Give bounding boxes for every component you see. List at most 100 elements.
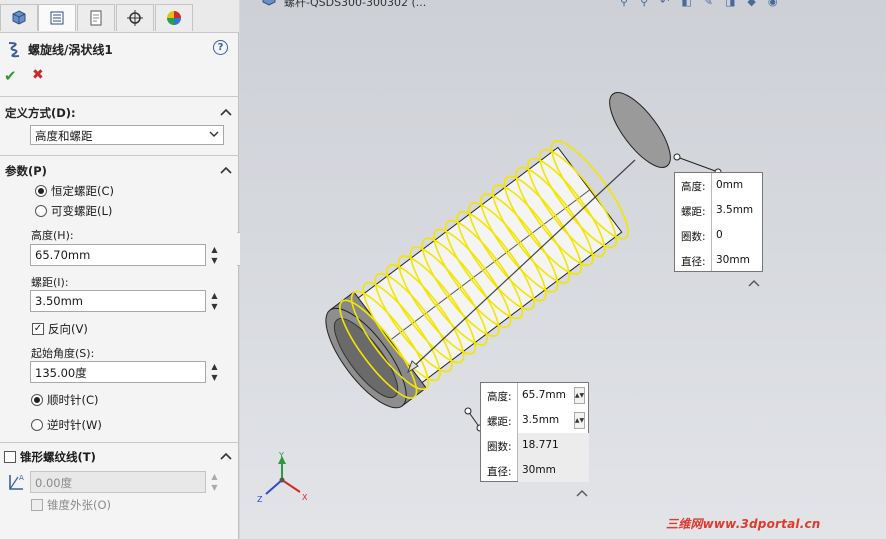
callout-collapse-icon[interactable] [748,279,760,287]
spin-down-icon: ▼ [211,482,218,492]
start-angle-value: 135.00度 [35,366,87,380]
radio-button [35,205,47,217]
radio-button-selected [35,185,47,197]
checkbox-checked: ✓ [32,323,44,335]
property-manager-panel: 螺旋线/涡状线1 ? ✔ ✖ 定义方式(D): 高度和螺距 参数(P) 恒定螺距… [0,0,239,539]
radio-clockwise-label: 顺时针(C) [47,393,99,407]
callout-collapse-icon[interactable] [576,489,588,497]
parameters-section-header[interactable]: 参数(P) [5,163,47,179]
divider [0,96,239,97]
pitch-spinner[interactable]: ▲ ▼ [208,290,221,312]
axis-triad: Y X Z [257,452,308,504]
definition-section-header[interactable]: 定义方式(D): [5,105,76,121]
radio-constant-pitch-label: 恒定螺距(C) [51,184,115,198]
spin-down-icon[interactable]: ▼ [209,301,220,311]
dimxpert-icon [127,10,143,26]
radio-variable-pitch[interactable]: 可变螺距(L) [35,203,112,219]
callout-spinner[interactable]: ▲▼ [574,412,585,429]
callout-value: 0 [716,229,723,241]
taper-angle-spinner: ▲ ▼ [208,471,221,493]
radio-variable-pitch-label: 可变螺距(L) [51,204,113,218]
ok-button[interactable]: ✔ [4,67,17,85]
height-spinner[interactable]: ▲ ▼ [208,244,221,266]
tab-configuration-manager[interactable] [77,4,115,31]
tab-property-manager[interactable] [38,4,76,31]
start-angle-spinner[interactable]: ▲ ▼ [208,361,221,383]
callout-row-diameter: 直径: 30mm [675,248,762,273]
reverse-checkbox[interactable]: ✓ 反向(V) [32,321,88,337]
z-axis-icon [265,479,283,495]
definition-type-select[interactable]: 高度和螺距 [30,125,224,145]
radio-clockwise[interactable]: 顺时针(C) [31,392,99,408]
spin-down-icon[interactable]: ▼ [209,255,220,265]
callout-value: 30mm [716,254,750,266]
callout-key: 直径: [681,256,706,268]
pitch-label: 螺距(I): [31,276,69,289]
reverse-label: 反向(V) [48,322,88,336]
callout-key: 螺距: [681,206,706,218]
property-manager-icon [50,11,64,25]
callout-row-revolutions: 圈数: 18.771 [481,433,588,458]
radio-counterclockwise[interactable]: 逆时针(W) [31,417,102,433]
taper-helix-checkbox[interactable]: 锥形螺纹线(T) [4,449,96,465]
checkbox-disabled [31,499,43,511]
pitch-value: 3.50mm [35,294,84,308]
callout-value[interactable]: 65.7mm [522,389,566,401]
manager-tabs [0,0,239,33]
help-icon[interactable]: ? [213,40,228,55]
chevron-down-icon [209,131,219,137]
taper-outward-label: 锥度外张(O) [47,498,112,512]
collapse-taper-icon[interactable] [220,451,232,461]
callout-key: 圈数: [681,231,706,243]
taper-angle-value: 0.00度 [35,476,73,490]
helix-start-handle[interactable] [464,407,472,415]
callout-value: 18.771 [522,439,559,451]
helix-end-handle[interactable] [673,153,681,161]
shaft-far-end [609,92,671,168]
callout-row-pitch: 螺距: 3.5mm [675,198,762,223]
divider [0,442,239,443]
callout-value: 30mm [522,464,556,476]
collapse-definition-icon[interactable] [220,107,232,117]
tab-feature-manager[interactable] [0,4,38,31]
x-axis-label: X [302,493,308,502]
callout-spinner[interactable]: ▲▼ [574,387,585,404]
configuration-manager-icon [90,10,102,26]
svg-text:A: A [19,474,24,482]
divider [0,155,239,156]
watermark: 三维网www.3dportal.cn [666,517,821,531]
collapse-parameters-icon[interactable] [220,165,232,175]
feature-manager-icon [12,10,26,25]
callout-value[interactable]: 3.5mm [522,414,559,426]
callout-key: 高度: [487,391,512,403]
tab-display-manager[interactable] [155,4,193,31]
spin-up-icon: ▲ [211,471,218,481]
spin-up-icon[interactable]: ▲ [209,361,220,371]
taper-angle-icon: A [9,474,24,490]
height-field[interactable]: 65.70mm [30,244,206,266]
spin-down-icon[interactable]: ▼ [209,372,220,382]
callout-row-diameter: 直径: 30mm [481,458,588,483]
tab-dimxpert[interactable] [116,4,154,31]
pitch-field[interactable]: 3.50mm [30,290,206,312]
callout-row-pitch: 螺距: 3.5mm ▲▼ [481,408,588,433]
start-angle-field[interactable]: 135.00度 [30,361,206,383]
z-axis-label: Z [257,495,263,504]
x-axis-icon [281,479,301,493]
height-label: 高度(H): [31,229,74,242]
cancel-button[interactable]: ✖ [32,67,44,83]
radio-constant-pitch[interactable]: 恒定螺距(C) [35,183,114,199]
callout-row-height: 高度: 0mm [675,173,762,198]
radio-counterclockwise-label: 逆时针(W) [47,418,102,432]
spin-up-icon[interactable]: ▲ [209,244,220,254]
graphics-viewport[interactable]: 螺杆-QSDS300-300302 (... ⚲ ⚲ ↶ ◧ ✎ ◨ ◆ ◉ 高… [240,0,886,539]
radio-button [31,419,43,431]
callout-value: 0mm [716,179,744,191]
height-value: 65.70mm [35,248,91,262]
helix-feature-icon [8,42,20,58]
definition-type-value: 高度和螺距 [35,129,93,143]
callout-row-revolutions: 圈数: 0 [675,223,762,248]
y-axis-label: Y [278,452,284,460]
spin-up-icon[interactable]: ▲ [209,290,220,300]
radio-button-selected [31,394,43,406]
